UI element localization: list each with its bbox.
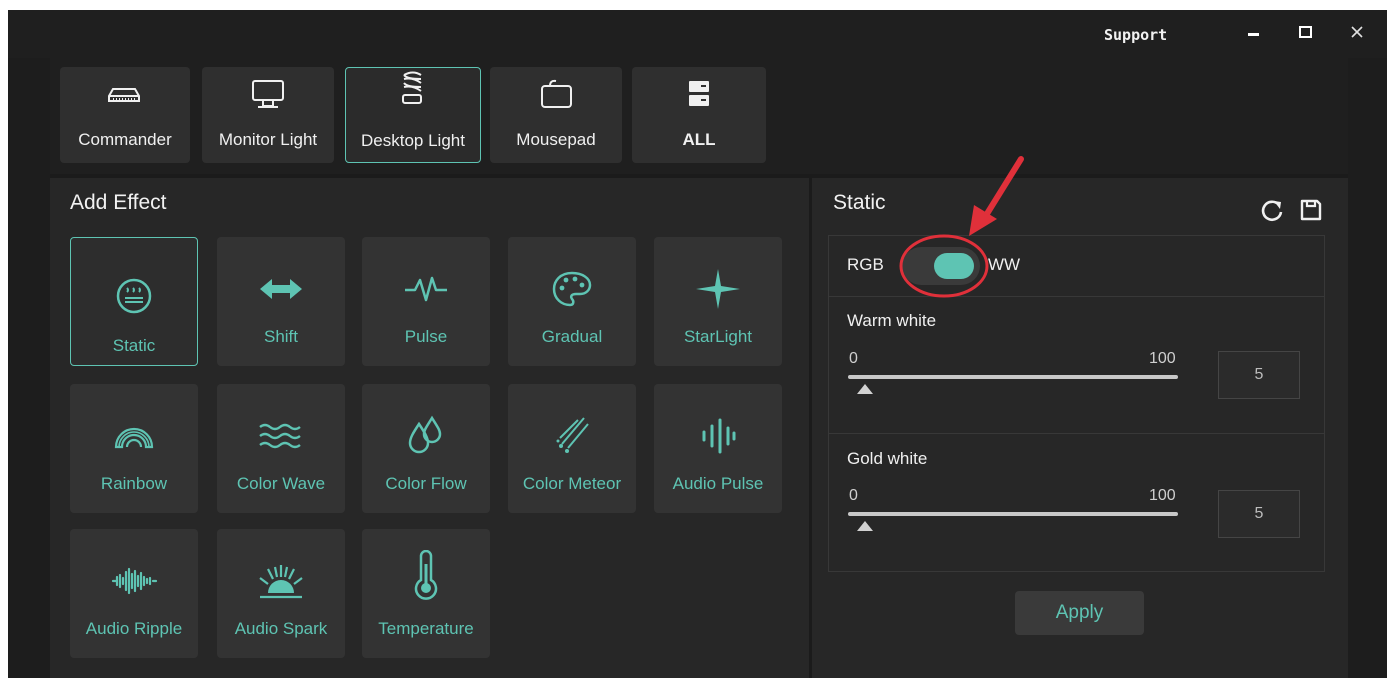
effect-color-meteor[interactable]: Color Meteor <box>508 384 636 513</box>
starlight-icon <box>696 269 740 309</box>
gold-min-label: 0 <box>849 487 858 504</box>
effect-label: Color Flow <box>385 474 467 493</box>
desktop-light-icon <box>402 71 422 104</box>
thermometer-icon <box>414 550 438 600</box>
gold-white-label: Gold white <box>847 449 928 468</box>
save-button[interactable] <box>1298 197 1324 223</box>
effect-label: Pulse <box>404 327 448 346</box>
mode-ww-label: WW <box>988 255 1021 274</box>
effect-label: Audio Pulse <box>672 474 764 493</box>
close-icon <box>1351 26 1363 38</box>
apply-button[interactable]: Apply <box>1015 591 1144 635</box>
device-label: Monitor Light <box>218 130 318 149</box>
palette-icon <box>552 271 592 307</box>
effect-pulse[interactable]: Pulse <box>362 237 490 366</box>
effect-label: Color Wave <box>236 474 326 493</box>
audio-ripple-icon <box>111 567 158 595</box>
minimize-icon <box>1248 33 1259 36</box>
color-flow-icon <box>408 415 442 454</box>
left-margin <box>8 58 50 678</box>
effect-rainbow[interactable]: Rainbow <box>70 384 198 513</box>
pulse-icon <box>405 276 447 302</box>
effect-temperature[interactable]: Temperature <box>362 529 490 658</box>
warm-white-slider-thumb[interactable] <box>856 384 873 394</box>
maximize-icon <box>1299 26 1312 38</box>
effect-label: Shift <box>263 327 299 346</box>
effect-label: Static <box>112 336 156 355</box>
title-bar: Support <box>8 10 1387 58</box>
effect-starlight[interactable]: StarLight <box>654 237 782 366</box>
audio-spark-icon <box>259 565 303 599</box>
gold-max-label: 100 <box>1149 487 1176 504</box>
shift-icon <box>260 279 302 299</box>
section-divider <box>50 174 1348 178</box>
gold-white-value-field[interactable]: 5 <box>1218 490 1300 538</box>
effect-audio-ripple[interactable]: Audio Ripple <box>70 529 198 658</box>
mode-rgb-label: RGB <box>847 255 884 274</box>
effect-audio-pulse[interactable]: Audio Pulse <box>654 384 782 513</box>
effect-label: Audio Ripple <box>85 619 183 638</box>
close-button[interactable] <box>1342 18 1372 48</box>
device-label: Desktop Light <box>361 131 465 150</box>
color-wave-icon <box>259 423 301 449</box>
warm-white-value-field[interactable]: 5 <box>1218 351 1300 399</box>
meteor-icon <box>556 417 589 453</box>
all-devices-icon <box>689 81 709 106</box>
effect-color-wave[interactable]: Color Wave <box>217 384 345 513</box>
device-label: ALL <box>682 130 716 149</box>
support-link[interactable]: Support <box>1104 26 1167 44</box>
mousepad-icon <box>541 79 572 108</box>
rainbow-icon <box>114 427 154 449</box>
row-divider <box>828 296 1325 297</box>
warm-white-label: Warm white <box>847 311 937 330</box>
device-tab-monitor-light[interactable]: Monitor Light <box>202 67 334 163</box>
row-divider <box>828 433 1325 434</box>
audio-pulse-icon <box>702 418 736 454</box>
reset-button[interactable] <box>1259 197 1285 223</box>
warm-max-label: 100 <box>1149 350 1176 367</box>
app-window: Support Commander Monitor Light Desktop … <box>8 10 1387 678</box>
effect-audio-spark[interactable]: Audio Spark <box>217 529 345 658</box>
device-label: Commander <box>78 130 172 149</box>
effect-label: Audio Spark <box>234 619 328 638</box>
add-effect-title: Add Effect <box>70 191 167 214</box>
save-icon <box>1300 199 1322 221</box>
toggle-knob <box>934 253 974 279</box>
monitor-icon <box>252 80 284 108</box>
static-icon <box>116 278 152 314</box>
right-margin <box>1348 58 1387 678</box>
device-tab-desktop-light[interactable]: Desktop Light <box>345 67 481 163</box>
effect-label: Temperature <box>378 619 474 638</box>
device-label: Mousepad <box>516 130 596 149</box>
effect-label: Gradual <box>541 327 603 346</box>
effect-label: Color Meteor <box>522 474 622 493</box>
effect-shift[interactable]: Shift <box>217 237 345 366</box>
device-tab-commander[interactable]: Commander <box>60 67 190 163</box>
panel-divider <box>809 174 812 678</box>
effect-label: StarLight <box>683 327 753 346</box>
effect-static[interactable]: Static <box>70 237 198 366</box>
device-tab-all[interactable]: ALL <box>632 67 766 163</box>
device-tab-bar: Commander Monitor Light Desktop Light Mo… <box>50 58 1348 174</box>
warm-min-label: 0 <box>849 350 858 367</box>
settings-title: Static <box>833 191 886 214</box>
effect-color-flow[interactable]: Color Flow <box>362 384 490 513</box>
device-tab-mousepad[interactable]: Mousepad <box>490 67 622 163</box>
effect-gradual[interactable]: Gradual <box>508 237 636 366</box>
commander-icon <box>108 88 140 102</box>
minimize-button[interactable] <box>1240 18 1270 48</box>
gold-white-slider-thumb[interactable] <box>856 521 873 531</box>
effect-label: Rainbow <box>100 474 168 493</box>
mode-toggle[interactable] <box>902 247 980 285</box>
gold-white-slider[interactable] <box>848 512 1178 516</box>
refresh-icon <box>1261 200 1283 222</box>
warm-white-slider[interactable] <box>848 375 1178 379</box>
maximize-button[interactable] <box>1291 18 1321 48</box>
